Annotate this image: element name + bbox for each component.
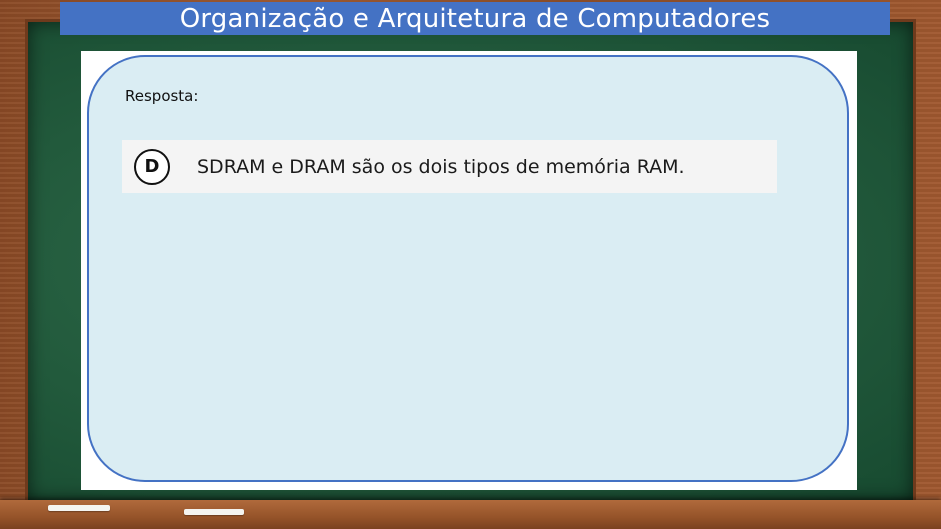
answer-box: Resposta: D SDRAM e DRAM são os dois tip… bbox=[87, 55, 849, 482]
chalk-stick-icon bbox=[48, 505, 110, 511]
chalk-stick-icon bbox=[184, 509, 244, 515]
option-text: SDRAM e DRAM são os dois tipos de memóri… bbox=[197, 155, 685, 178]
answer-label: Resposta: bbox=[125, 87, 199, 105]
slide-content-panel: Resposta: D SDRAM e DRAM são os dois tip… bbox=[81, 51, 857, 490]
option-letter-badge: D bbox=[134, 148, 170, 185]
chalk-tray bbox=[0, 500, 941, 529]
answer-option-card: D SDRAM e DRAM são os dois tipos de memó… bbox=[122, 140, 777, 193]
slide-title: Organização e Arquitetura de Computadore… bbox=[60, 2, 890, 35]
